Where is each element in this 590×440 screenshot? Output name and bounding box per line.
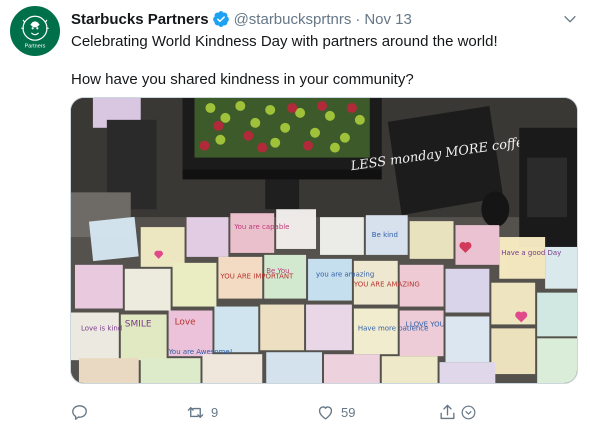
tweet-date[interactable]: Nov 13 bbox=[364, 11, 412, 28]
share-button[interactable] bbox=[438, 400, 484, 424]
like-count: 59 bbox=[341, 404, 356, 420]
tweet-text-line-1: Celebrating World Kindness Day with part… bbox=[71, 33, 498, 50]
chevron-down-circle-icon bbox=[461, 405, 476, 419]
note-text-12: Have more patience bbox=[358, 324, 429, 332]
avatar-label: Partners bbox=[25, 44, 46, 50]
retweet-count: 9 bbox=[211, 404, 219, 420]
note-text-1: You are capable bbox=[233, 223, 289, 231]
reply-button[interactable] bbox=[70, 400, 95, 424]
heart-icon bbox=[318, 405, 333, 420]
note-text-10: Be You bbox=[266, 267, 289, 275]
tweet[interactable]: Partners Starbucks Partners @starbuckspr… bbox=[0, 0, 590, 440]
note-text-9: you are amazing bbox=[316, 271, 374, 279]
kindness-notes-photo: LESS monday MORE coffee You are capable … bbox=[71, 98, 577, 383]
reply-icon bbox=[72, 404, 87, 420]
display-name[interactable]: Starbucks Partners bbox=[71, 11, 209, 28]
avatar[interactable]: Partners bbox=[10, 6, 60, 56]
tweet-actions: 9 59 bbox=[70, 400, 490, 424]
like-button[interactable]: 59 bbox=[316, 400, 355, 424]
note-text-13: YOU ARE AMAZING bbox=[353, 281, 420, 289]
tweet-header: Starbucks Partners @starbucksprtnrs · No… bbox=[71, 8, 578, 30]
tweet-photo[interactable]: LESS monday MORE coffee You are capable … bbox=[70, 97, 578, 384]
chevron-down-icon[interactable] bbox=[562, 11, 578, 27]
tweet-text-line-2: How have you shared kindness in your com… bbox=[71, 71, 414, 88]
user-handle[interactable]: @starbucksprtnrs bbox=[234, 11, 352, 28]
note-text-4: SMILE bbox=[125, 319, 152, 329]
note-text-2: Be kind bbox=[372, 231, 398, 239]
note-text-8: Have a good Day bbox=[501, 249, 561, 257]
note-text-5: You are Awesome! bbox=[168, 348, 233, 356]
retweet-button[interactable]: 9 bbox=[186, 400, 218, 424]
tweet-text: Celebrating World Kindness Day with part… bbox=[71, 32, 578, 90]
share-icon bbox=[440, 404, 455, 419]
starbucks-logo-icon: Partners bbox=[12, 8, 58, 54]
verified-badge-icon bbox=[212, 10, 230, 28]
retweet-icon bbox=[187, 406, 204, 418]
separator-dot: · bbox=[355, 10, 361, 28]
note-text-11: Love is kind bbox=[81, 324, 122, 332]
note-text-6: Love bbox=[175, 317, 197, 327]
